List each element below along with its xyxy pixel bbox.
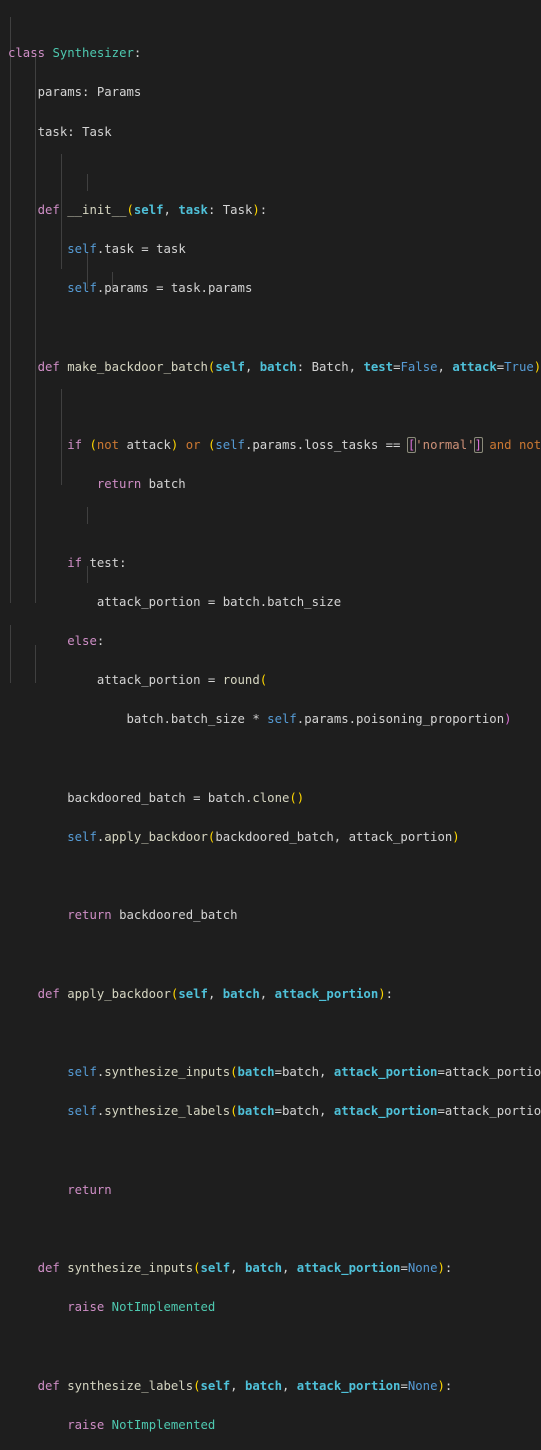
code-line-15: attack_portion = batch.batch_size — [96, 594, 342, 609]
code-line-18: batch.batch_size * self.params.poisoning… — [126, 712, 512, 727]
code-line-28: self.synthesize_labels(batch=batch, atta… — [67, 1104, 541, 1119]
code-line-6: self.task = task — [67, 242, 186, 257]
code-line-35: def synthesize_labels(self, batch, attac… — [37, 1378, 453, 1393]
code-line-30: return — [67, 1182, 112, 1197]
code-line-23: return backdoored_batch — [67, 908, 238, 923]
code-line-16: else: — [67, 634, 105, 648]
code-line-5: def __init__(self, task: Task): — [37, 202, 268, 217]
code-line-36: raise NotImplemented — [67, 1417, 216, 1432]
code-line-9: def make_backdoor_batch(self, batch: Bat… — [37, 359, 541, 374]
code-line-2: params: Params — [37, 85, 142, 100]
code-line-33: raise NotImplemented — [67, 1300, 216, 1315]
code-line-1: class Synthesizer: — [8, 46, 142, 61]
code-line-27: self.synthesize_inputs(batch=batch, atta… — [67, 1065, 541, 1080]
code-line-21: self.apply_backdoor(backdoored_batch, at… — [67, 829, 460, 844]
code-line-3: task: Task — [37, 124, 112, 139]
code-content[interactable]: class Synthesizer: params: Params task: … — [0, 5, 541, 1450]
code-line-20: backdoored_batch = batch.clone() — [67, 790, 305, 805]
code-line-7: self.params = task.params — [67, 281, 253, 296]
code-line-25: def apply_backdoor(self, batch, attack_p… — [37, 986, 394, 1001]
code-line-11: if (not attack) or (self.params.loss_tas… — [67, 437, 541, 454]
code-line-14: if test: — [67, 555, 127, 570]
code-editor-surface[interactable]: class Synthesizer: params: Params task: … — [0, 0, 541, 1432]
code-line-32: def synthesize_inputs(self, batch, attac… — [37, 1261, 453, 1275]
code-line-12: return batch — [96, 477, 186, 492]
code-line-17: attack_portion = round( — [96, 673, 268, 688]
